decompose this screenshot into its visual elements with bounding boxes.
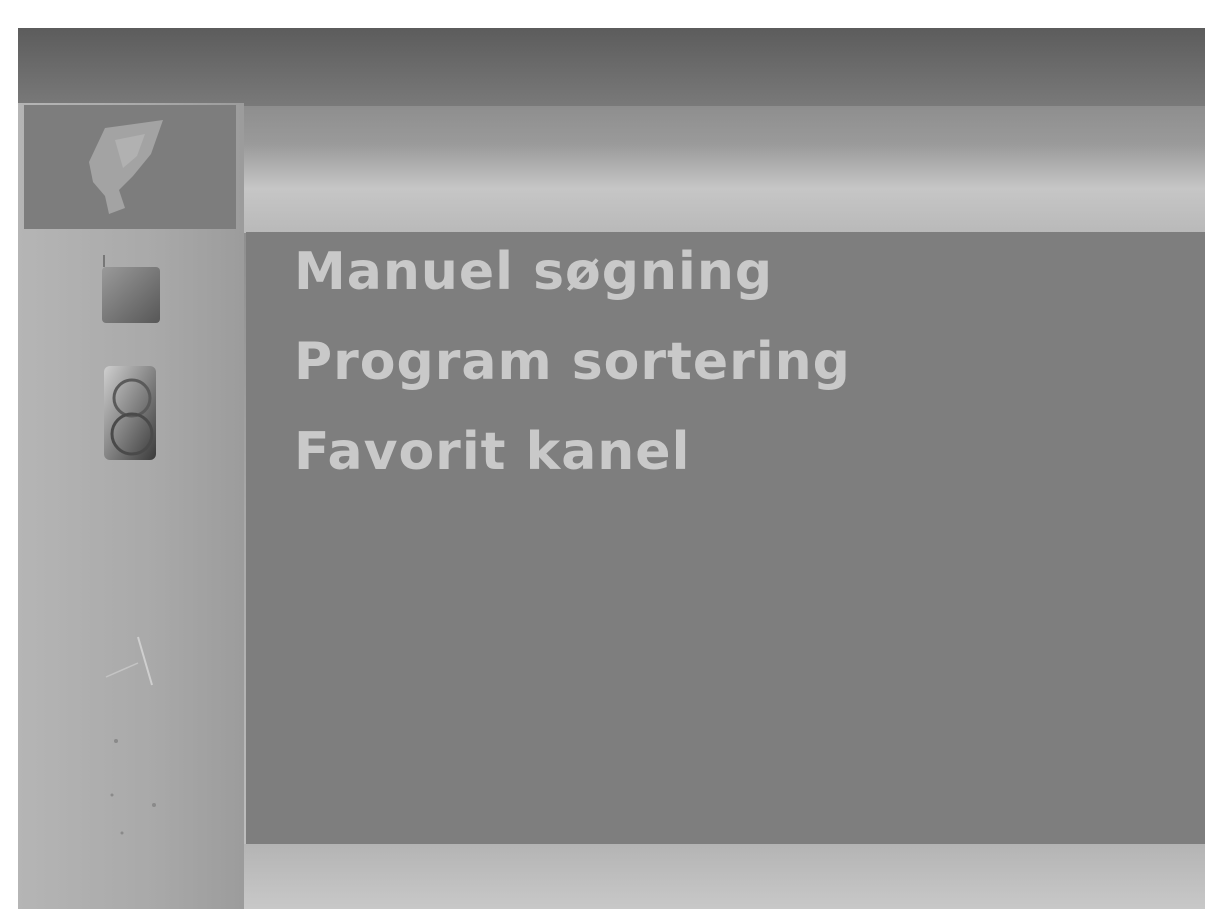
- sidebar-item-clock[interactable]: [24, 355, 236, 475]
- bottom-band: [244, 844, 1205, 909]
- tv-menu-screen: Manuel søgning Program sortering Favorit…: [18, 28, 1205, 909]
- clock-icon: [90, 358, 170, 473]
- sidebar-item-satellite[interactable]: [24, 105, 236, 229]
- tv-icon: [90, 251, 170, 336]
- satellite-dish-icon: [85, 110, 175, 225]
- top-band: [18, 28, 1205, 108]
- sidebar: [18, 103, 244, 909]
- faint-icon: [98, 633, 158, 698]
- sidebar-item-tv[interactable]: [24, 251, 236, 335]
- menu-item-favorite-channel[interactable]: Favorit kanel: [294, 422, 690, 482]
- menu-item-manual-search[interactable]: Manuel søgning: [294, 242, 773, 302]
- faint-icon: [108, 733, 168, 848]
- menu-header: [244, 106, 1205, 233]
- menu-panel: Manuel søgning Program sortering Favorit…: [246, 232, 1205, 844]
- menu-item-program-sorting[interactable]: Program sortering: [294, 332, 851, 392]
